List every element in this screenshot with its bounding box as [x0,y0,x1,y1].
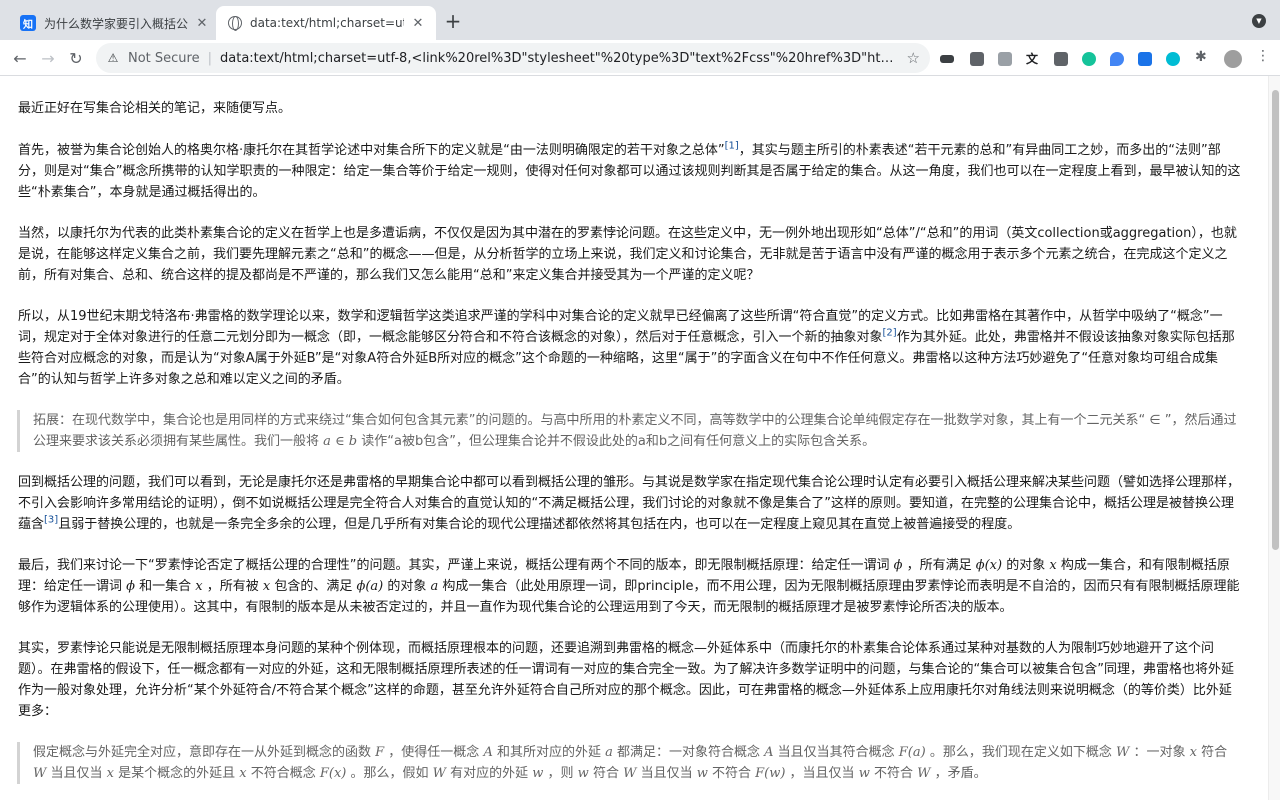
footnote-ref-1[interactable]: [1] [725,141,739,152]
math-W: W [33,766,47,781]
bookmark-star-icon[interactable]: ☆ [907,49,920,67]
math-w: w [532,766,544,781]
math-x: x [239,766,247,781]
tab-zhihu[interactable]: 知 为什么数学家要引入概括公理? - 知 ✕ [8,6,220,40]
math-F-x: F(x) [319,766,347,781]
math-A: A [483,745,493,760]
footnote-ref-3[interactable]: [3] [44,515,58,526]
reader-extension-icon[interactable] [998,52,1012,66]
math-W: W [432,766,446,781]
tab-title: 为什么数学家要引入概括公理? - 知 [44,16,188,31]
paragraph-naive-critique: 当然，以康托尔为代表的此类朴素集合论的定义在哲学上也是多遭诟病，不仅仅是因为其中… [18,226,1237,283]
translate-extension-icon[interactable]: 文 [1026,50,1040,66]
math-x: x [1049,558,1057,573]
math-a-in-b: a ∈ b [323,434,358,449]
new-tab-button[interactable]: + [442,10,464,32]
math-w: w [577,766,589,781]
math-A: A [764,745,774,760]
location-extension-icon[interactable] [1110,52,1124,66]
browser-toolbar: ← → ↻ ⚠ Not Secure | data:text/html;char… [0,40,1280,76]
grammarly-extension-icon[interactable] [1082,52,1096,66]
paragraph-cantor-definition: 首先，被誉为集合论创始人的格奥尔格·康托尔在其哲学论述中对集合所下的定义就是“由… [18,140,1241,200]
math-F-w: F(w) [755,766,786,781]
blockquote-proof: 假定概念与外延完全对应，意即存在一从外延到概念的函数 F ，使得任一概念 A 和… [17,742,1244,784]
math-phi: ϕ [126,579,136,594]
kebab-menu-icon[interactable]: ⋮ [1256,48,1270,64]
scrollbar-thumb[interactable] [1272,90,1279,550]
profile-card-extension-icon[interactable] [1054,52,1068,66]
page-content: 最近正好在写集合论相关的笔记，来随便写点。 首先，被誉为集合论创始人的格奥尔格·… [0,76,1268,800]
forward-icon[interactable]: → [34,44,62,72]
tab-search-icon[interactable]: ▼ [1252,14,1266,28]
address-separator: | [207,50,212,66]
article-body: 最近正好在写集合论相关的笔记，来随便写点。 首先，被誉为集合论创始人的格奥尔格·… [17,98,1244,800]
back-icon[interactable]: ← [6,44,34,72]
paragraph-russell-paradox: 最后，我们来讨论一下“罗素悖论否定了概括公理的合理性”的问题。其实，严谨上来说，… [18,558,1240,615]
incognito-extension-icon[interactable] [940,55,954,63]
math-W: W [917,766,931,781]
math-F: F [375,745,385,760]
moon-extension-icon[interactable] [1166,52,1180,66]
zhihu-icon: 知 [20,15,36,31]
avatar[interactable] [1224,50,1242,68]
tab-data-url[interactable]: data:text/html;charset=utf-8,< ✕ [216,6,436,40]
math-W: W [623,766,637,781]
math-F-a: F(a) [898,745,926,760]
math-W: W [1115,745,1130,760]
math-x: x [106,766,114,781]
security-label[interactable]: Not Secure [128,51,200,66]
paragraph-frege-diagonal: 其实，罗素悖论只能说是无限制概括原理本身问题的某种个例体现，而概括原理根本的问题… [18,641,1234,719]
notes-extension-icon[interactable] [970,52,984,66]
paragraph-intro: 最近正好在写集合论相关的笔记，来随便写点。 [18,101,292,116]
blockquote-extension: 拓展：在现代数学中，集合论也是用同样的方式来绕过“集合如何包含其元素”的问题的。… [17,410,1244,452]
puzzle-blue-extension-icon[interactable] [1138,52,1152,66]
close-icon[interactable]: ✕ [194,15,210,31]
tab-strip: 知 为什么数学家要引入概括公理? - 知 ✕ data:text/html;ch… [0,0,1280,40]
reload-icon[interactable]: ↻ [62,44,90,72]
footnote-ref-2[interactable]: [2] [883,328,897,339]
vertical-scrollbar[interactable] [1268,76,1280,800]
globe-icon [228,16,242,31]
warning-icon[interactable]: ⚠ [106,51,120,65]
paragraph-comprehension-axiom: 回到概括公理的问题，我们可以看到，无论是康托尔还是弗雷格的早期集合论中都可以看到… [18,475,1241,532]
math-a: a [605,745,613,760]
math-w: w [696,766,708,781]
math-w: w [858,766,870,781]
math-phi-x: ϕ(x) [975,558,1003,573]
url-text[interactable]: data:text/html;charset=utf-8,<link%20rel… [220,51,899,66]
address-bar[interactable]: ⚠ Not Secure | data:text/html;charset=ut… [96,43,930,73]
paragraph-frege-concept: 所以，从19世纪末期戈特洛布·弗雷格的数学理论以来，数学和逻辑哲学这类追求严谨的… [18,309,1235,387]
math-x: x [195,579,203,594]
extensions-puzzle-icon[interactable]: ✱ [1195,49,1209,65]
math-x: x [1189,745,1197,760]
math-phi-a: ϕ(a) [356,579,384,594]
close-icon[interactable]: ✕ [410,15,426,31]
tab-title: data:text/html;charset=utf-8,< [250,16,404,30]
